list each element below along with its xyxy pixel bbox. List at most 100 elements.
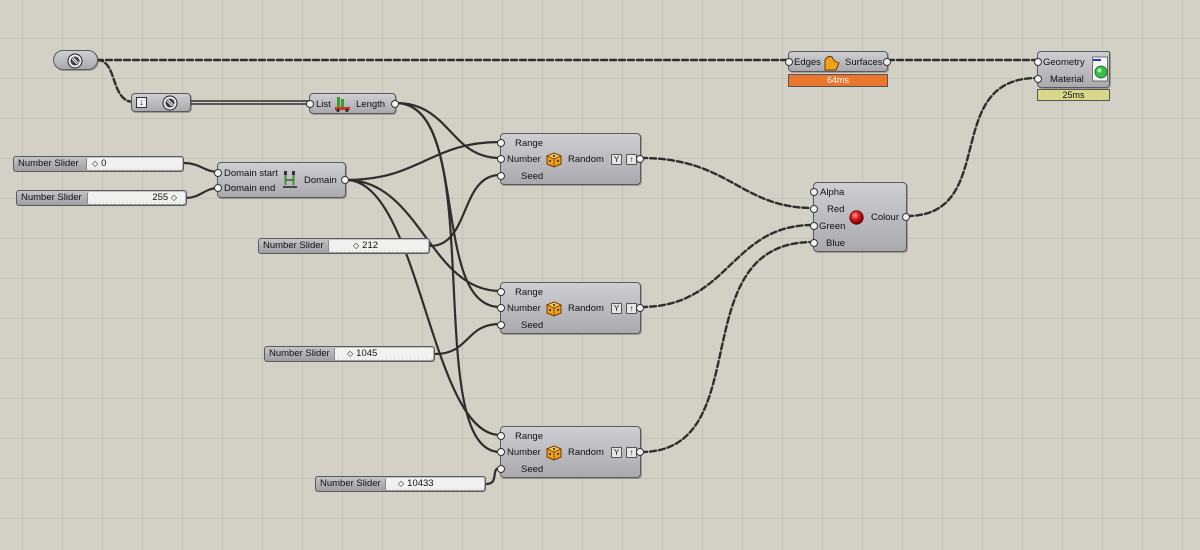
slider-name: Number Slider (21, 192, 82, 203)
range-label: Range (515, 287, 543, 298)
graft-flag[interactable]: Y (611, 154, 622, 165)
slider-value[interactable]: ◇ 212 (353, 240, 378, 252)
slider-value[interactable]: 255 ◇ (152, 192, 180, 204)
domain-end-port[interactable] (214, 184, 222, 192)
random-dice-icon (545, 299, 563, 317)
flatten-brep-node[interactable]: ↓ (131, 93, 191, 112)
material-label: Material (1050, 74, 1084, 85)
number-slider-seed-3[interactable]: Number Slider ◇ 10433 (315, 476, 486, 492)
domain-icon (282, 171, 298, 189)
random-output-label: Random (568, 154, 604, 165)
slider-name: Number Slider (263, 240, 324, 251)
list-input-port[interactable] (306, 100, 314, 108)
red-input-port[interactable] (810, 205, 818, 213)
length-output-label: Length (356, 99, 386, 110)
material-input-port[interactable] (1034, 75, 1042, 83)
random-output-port[interactable] (636, 155, 644, 163)
seed-label: Seed (521, 464, 544, 475)
colour-swatch-icon (849, 210, 864, 225)
wire-domain-to-range2 (344, 178, 502, 293)
number-label: Number (507, 154, 541, 165)
list-input-label: List (316, 99, 331, 110)
custom-preview-node[interactable]: Geometry Material (1034, 51, 1110, 88)
domain-output-label: Domain (304, 175, 337, 186)
edge-surface-icon (824, 54, 840, 71)
number-label: Number (507, 447, 541, 458)
list-length-icon (335, 96, 352, 112)
alpha-label: Alpha (820, 187, 845, 198)
slider-value[interactable]: ◇ 10433 (398, 478, 434, 490)
random-output-port[interactable] (636, 448, 644, 456)
seed-input-port[interactable] (497, 465, 505, 473)
random-node-3[interactable]: Range Number Seed Random Y ↑ (497, 426, 644, 478)
range-input-port[interactable] (497, 139, 505, 147)
wire-length-to-number3 (394, 101, 502, 454)
blue-input-port[interactable] (810, 239, 818, 247)
random-dice-icon (545, 443, 563, 461)
random-dice-icon (545, 150, 563, 168)
colour-argb-node[interactable]: Alpha Red Green Blue Colour (810, 182, 910, 252)
range-input-port[interactable] (497, 288, 505, 296)
domain-start-label: Domain start (224, 168, 278, 179)
number-input-port[interactable] (497, 448, 505, 456)
range-label: Range (515, 431, 543, 442)
number-slider-seed-2[interactable]: Number Slider ◇ 1045 (264, 346, 435, 362)
wire-212-to-seed1 (428, 173, 502, 248)
slider-name: Number Slider (269, 348, 330, 359)
seed-input-port[interactable] (497, 321, 505, 329)
domain-start-port[interactable] (214, 169, 222, 177)
random-output-label: Random (568, 303, 604, 314)
seed-label: Seed (521, 171, 544, 182)
number-input-port[interactable] (497, 155, 505, 163)
number-label: Number (507, 303, 541, 314)
custom-preview-icon (1092, 56, 1108, 83)
green-label: Green (819, 221, 846, 232)
blue-label: Blue (826, 238, 846, 249)
surfaces-output-port[interactable] (883, 58, 891, 66)
list-length-node[interactable]: List Length (306, 93, 399, 114)
wire-domain-to-range1 (344, 140, 502, 182)
brep-icon (67, 53, 83, 69)
number-slider-seed-1[interactable]: Number Slider ◇ 212 (258, 238, 430, 254)
red-label: Red (827, 204, 845, 215)
edges-input-port[interactable] (785, 58, 793, 66)
domain-end-label: Domain end (224, 183, 276, 194)
geometry-input-port[interactable] (1034, 58, 1042, 66)
slider-name: Number Slider (18, 158, 79, 169)
random-node-1[interactable]: Range Number Seed Random Y ↑ (497, 133, 644, 185)
flatten-icon: ↓ (136, 97, 147, 108)
seed-input-port[interactable] (497, 172, 505, 180)
edge-surface-node[interactable]: Edges Surfaces (785, 51, 891, 72)
random-output-port[interactable] (636, 304, 644, 312)
domain-output-port[interactable] (341, 176, 349, 184)
random-node-2[interactable]: Range Number Seed Random Y ↑ (497, 282, 644, 334)
wire-colour-to-material (905, 76, 1039, 218)
graft-flag[interactable]: Y (611, 447, 622, 458)
range-input-port[interactable] (497, 432, 505, 440)
number-slider-domain-end[interactable]: Number Slider 255 ◇ (16, 190, 187, 206)
slider-value[interactable]: ◇ 0 (92, 158, 106, 170)
geometry-label: Geometry (1043, 57, 1085, 68)
seed-label: Seed (521, 320, 544, 331)
wire-length-to-number1 (394, 101, 502, 160)
custom-preview-timing: 25ms (1037, 89, 1110, 101)
slider-value[interactable]: ◇ 1045 (347, 348, 377, 360)
brep-param-node[interactable] (53, 50, 98, 70)
number-slider-domain-start[interactable]: Number Slider ◇ 0 (13, 156, 184, 172)
graft-flag[interactable]: Y (611, 303, 622, 314)
wire-random1-to-red (639, 156, 815, 210)
edges-label: Edges (794, 57, 821, 68)
range-label: Range (515, 138, 543, 149)
random-output-label: Random (568, 447, 604, 458)
alpha-input-port[interactable] (810, 188, 818, 196)
edge-surface-timing: 64ms (788, 74, 888, 87)
construct-domain-node[interactable]: Domain start Domain end Domain (214, 162, 349, 198)
length-output-port[interactable] (391, 100, 399, 108)
green-input-port[interactable] (810, 222, 818, 230)
wire-length-to-number2 (394, 101, 502, 309)
wire-random3-to-blue (639, 240, 815, 454)
number-input-port[interactable] (497, 304, 505, 312)
wire-brep-to-flatten (95, 58, 136, 104)
brep-icon (162, 95, 178, 111)
colour-output-port[interactable] (902, 213, 910, 221)
